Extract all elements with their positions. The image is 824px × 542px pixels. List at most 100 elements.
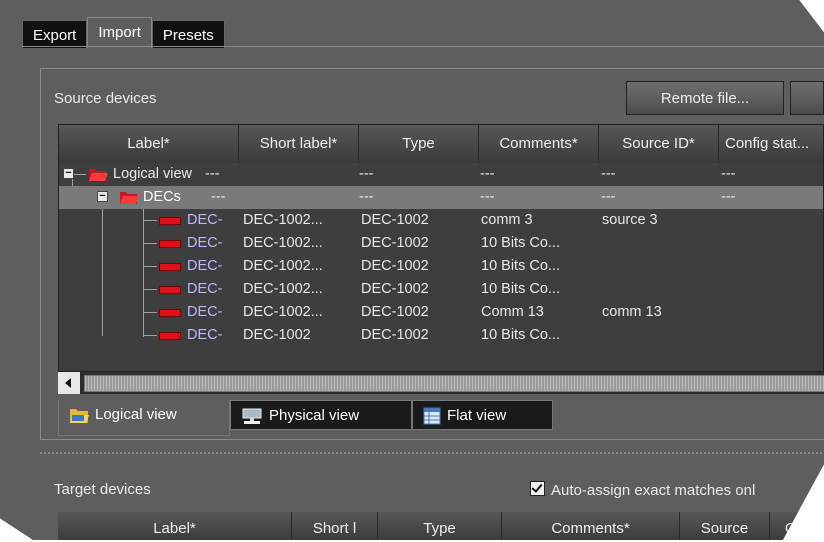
device-icon — [159, 286, 181, 294]
auto-assign-checkbox[interactable] — [530, 481, 545, 496]
top-tab-strip: Export Import Presets — [22, 17, 225, 48]
row-label: Logical view — [113, 166, 192, 182]
column-header-comments[interactable]: Comments* — [502, 512, 680, 540]
tab-import[interactable]: Import — [87, 17, 152, 48]
scroll-left-icon[interactable] — [58, 372, 80, 394]
row-type: DEC-1002 — [361, 327, 429, 343]
row-short-label: DEC-1002... — [243, 258, 323, 274]
row-type: DEC-1002 — [361, 212, 429, 228]
row-config-status: --- — [721, 189, 736, 205]
tab-label: Flat view — [447, 407, 507, 424]
column-header-short-label[interactable]: Short l — [292, 512, 378, 540]
dialog-panel: Export Import Presets Source devices Rem… — [0, 0, 824, 540]
row-short-label: DEC-1002 — [243, 327, 311, 343]
scroll-thumb[interactable] — [84, 375, 824, 392]
table-row[interactable]: DEC- DEC-1002... DEC-1002 comm 3 source … — [59, 209, 823, 232]
app-window: Export Import Presets Source devices Rem… — [0, 0, 824, 540]
column-header-label[interactable]: Label* — [59, 125, 239, 163]
column-header-source-id[interactable]: Source ID* — [599, 125, 719, 163]
tree-line — [143, 243, 157, 244]
column-header-type[interactable]: Type — [359, 125, 479, 163]
row-short-label: --- — [211, 189, 226, 205]
row-comments: --- — [480, 166, 495, 182]
row-comments: --- — [480, 189, 495, 205]
table-row[interactable]: − DECs --- --- --- --- --- — [59, 186, 823, 209]
row-comments: comm 3 — [481, 212, 533, 228]
row-short-label: --- — [205, 166, 220, 182]
table-row[interactable]: DEC- DEC-1002... DEC-1002 10 Bits Co... — [59, 278, 823, 301]
folder-open-icon — [89, 169, 108, 181]
table-row[interactable]: DEC- DEC-1002... DEC-1002 10 Bits Co... — [59, 232, 823, 255]
target-table-header: Label* Short l Type Comments* Source Co — [58, 512, 824, 540]
tab-label: Logical view — [95, 406, 177, 423]
row-type: DEC-1002 — [361, 304, 429, 320]
row-source-id: source 3 — [602, 212, 658, 228]
tab-physical-view[interactable]: Physical view — [230, 400, 412, 430]
device-icon — [159, 332, 181, 340]
target-devices-title: Target devices — [54, 481, 151, 498]
source-devices-title: Source devices — [54, 90, 157, 107]
source-devices-table: Label* Short label* Type Comments* Sourc… — [58, 124, 824, 394]
row-short-label: DEC-1002... — [243, 304, 323, 320]
row-label: DEC- — [187, 258, 223, 274]
tree-line — [143, 220, 157, 221]
row-label: DEC- — [187, 212, 223, 228]
row-type: --- — [359, 189, 374, 205]
device-icon — [159, 309, 181, 317]
row-label: DECs — [143, 189, 181, 205]
folder-open-icon — [120, 192, 139, 204]
row-type: DEC-1002 — [361, 281, 429, 297]
tree-line — [143, 335, 157, 336]
row-short-label: DEC-1002... — [243, 281, 323, 297]
row-type: --- — [359, 166, 374, 182]
column-header-config[interactable]: Co — [770, 512, 820, 540]
table-row[interactable]: − Logical view --- --- --- --- --- — [59, 163, 823, 186]
tab-flat-view[interactable]: Flat view — [412, 400, 553, 430]
table-row[interactable]: DEC- DEC-1002 DEC-1002 10 Bits Co... — [59, 324, 823, 347]
row-source-id: --- — [601, 166, 616, 182]
row-type: DEC-1002 — [361, 258, 429, 274]
column-header-label[interactable]: Label* — [58, 512, 292, 540]
table-body: − Logical view --- --- --- --- --- − DEC… — [59, 163, 823, 347]
collapse-icon[interactable]: − — [97, 191, 108, 202]
row-comments: 10 Bits Co... — [481, 327, 560, 343]
tab-presets[interactable]: Presets — [151, 20, 225, 48]
row-short-label: DEC-1002... — [243, 212, 323, 228]
tree-line — [143, 289, 157, 290]
column-header-comments[interactable]: Comments* — [479, 125, 599, 163]
device-icon — [159, 240, 181, 248]
column-header-type[interactable]: Type — [378, 512, 502, 540]
row-type: DEC-1002 — [361, 235, 429, 251]
table-row[interactable]: DEC- DEC-1002... DEC-1002 Comm 13 comm 1… — [59, 301, 823, 324]
table-row[interactable]: DEC- DEC-1002... DEC-1002 10 Bits Co... — [59, 255, 823, 278]
row-comments: 10 Bits Co... — [481, 235, 560, 251]
splitter-handle[interactable] — [40, 452, 824, 454]
row-source-id: comm 13 — [602, 304, 662, 320]
auto-assign-label: Auto-assign exact matches onl — [551, 482, 756, 499]
tree-line — [143, 312, 157, 313]
tree-line — [74, 174, 86, 175]
tree-line — [143, 266, 157, 267]
tab-label: Physical view — [269, 407, 360, 424]
remote-file-button[interactable]: Remote file... — [626, 81, 784, 115]
horizontal-scrollbar[interactable] — [58, 371, 824, 394]
folder-icon — [70, 409, 89, 424]
auto-assign-option[interactable]: Auto-assign exact matches onl — [530, 481, 755, 499]
extra-button[interactable] — [790, 81, 824, 115]
row-config-status: --- — [721, 166, 736, 182]
tab-logical-view[interactable]: Logical view — [58, 400, 230, 436]
table-header: Label* Short label* Type Comments* Sourc… — [59, 125, 823, 163]
column-header-short-label[interactable]: Short label* — [239, 125, 359, 163]
tab-export[interactable]: Export — [22, 20, 88, 48]
row-source-id: --- — [601, 189, 616, 205]
device-icon — [159, 217, 181, 225]
column-header-config-status[interactable]: Config stat... — [719, 125, 823, 163]
collapse-icon[interactable]: − — [63, 168, 74, 179]
network-icon — [242, 408, 262, 425]
row-label: DEC- — [187, 235, 223, 251]
row-comments: Comm 13 — [481, 304, 544, 320]
row-comments: 10 Bits Co... — [481, 258, 560, 274]
row-comments: 10 Bits Co... — [481, 281, 560, 297]
column-header-source[interactable]: Source — [680, 512, 770, 540]
table-icon — [423, 407, 441, 425]
